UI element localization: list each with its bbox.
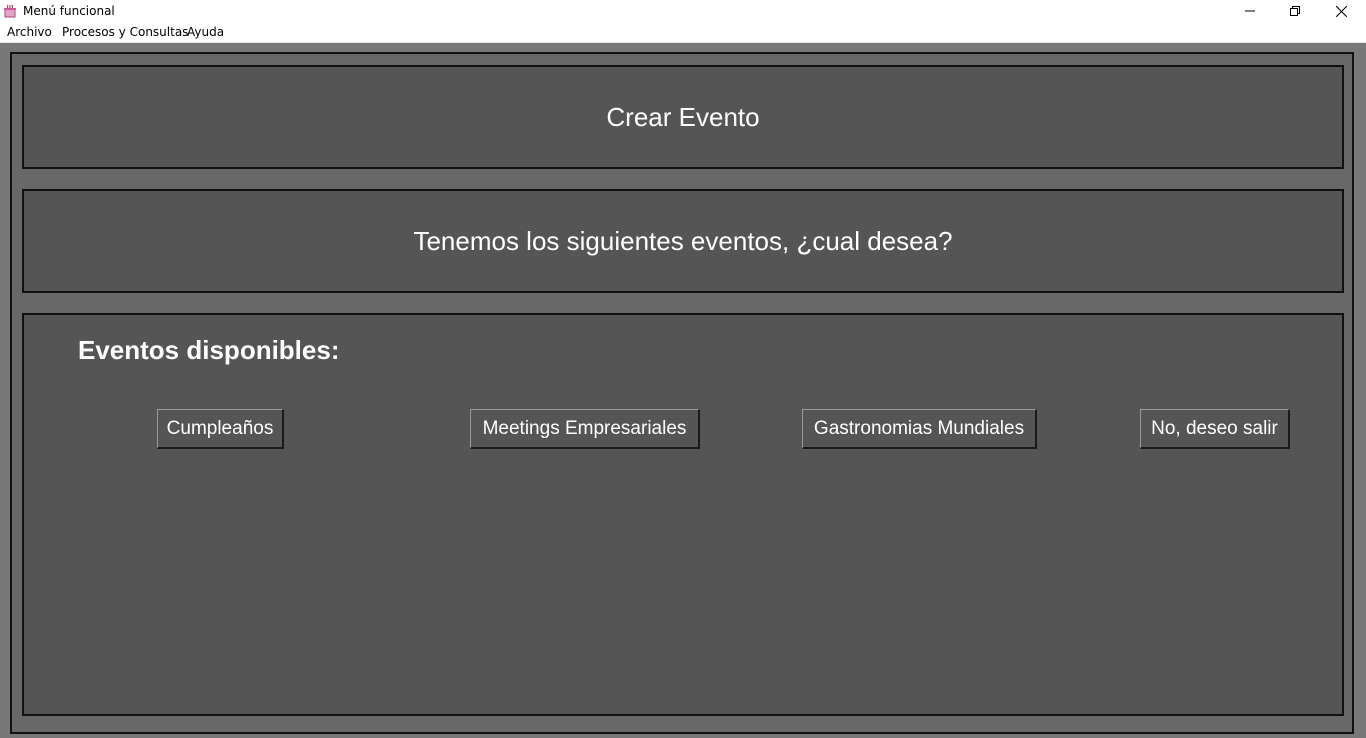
menu-archivo[interactable]: Archivo — [7, 25, 52, 39]
page-title: Crear Evento — [606, 101, 760, 132]
menu-bar: Archivo Procesos y Consultas Ayuda — [0, 22, 1366, 43]
events-heading: Eventos disponibles: — [78, 335, 340, 365]
menu-procesos-y-consultas[interactable]: Procesos y Consultas — [62, 25, 188, 39]
main-frame: Crear Evento Tenemos los siguientes even… — [10, 52, 1354, 734]
question-text: Tenemos los siguientes eventos, ¿cual de… — [413, 225, 953, 256]
maximize-icon — [1290, 6, 1300, 16]
meetings-empresariales-button[interactable]: Meetings Empresariales — [470, 409, 700, 449]
minimize-button[interactable] — [1227, 0, 1273, 22]
title-bar: Menú funcional — [0, 0, 1366, 22]
events-panel: Eventos disponibles: Cumpleaños Meetings… — [22, 313, 1344, 716]
window-title: Menú funcional — [23, 4, 115, 18]
content-area: Crear Evento Tenemos los siguientes even… — [0, 43, 1366, 738]
gastronomias-mundiales-button[interactable]: Gastronomias Mundiales — [802, 409, 1037, 449]
cumpleanos-button[interactable]: Cumpleaños — [157, 409, 284, 449]
exit-button[interactable]: No, deseo salir — [1140, 409, 1290, 449]
menu-ayuda[interactable]: Ayuda — [187, 25, 224, 39]
title-panel: Crear Evento — [22, 65, 1344, 169]
minimize-icon — [1245, 6, 1255, 16]
maximize-button[interactable] — [1272, 0, 1318, 22]
close-button[interactable] — [1318, 0, 1364, 22]
close-icon — [1335, 5, 1347, 17]
question-panel: Tenemos los siguientes eventos, ¿cual de… — [22, 189, 1344, 293]
app-icon — [3, 4, 17, 18]
